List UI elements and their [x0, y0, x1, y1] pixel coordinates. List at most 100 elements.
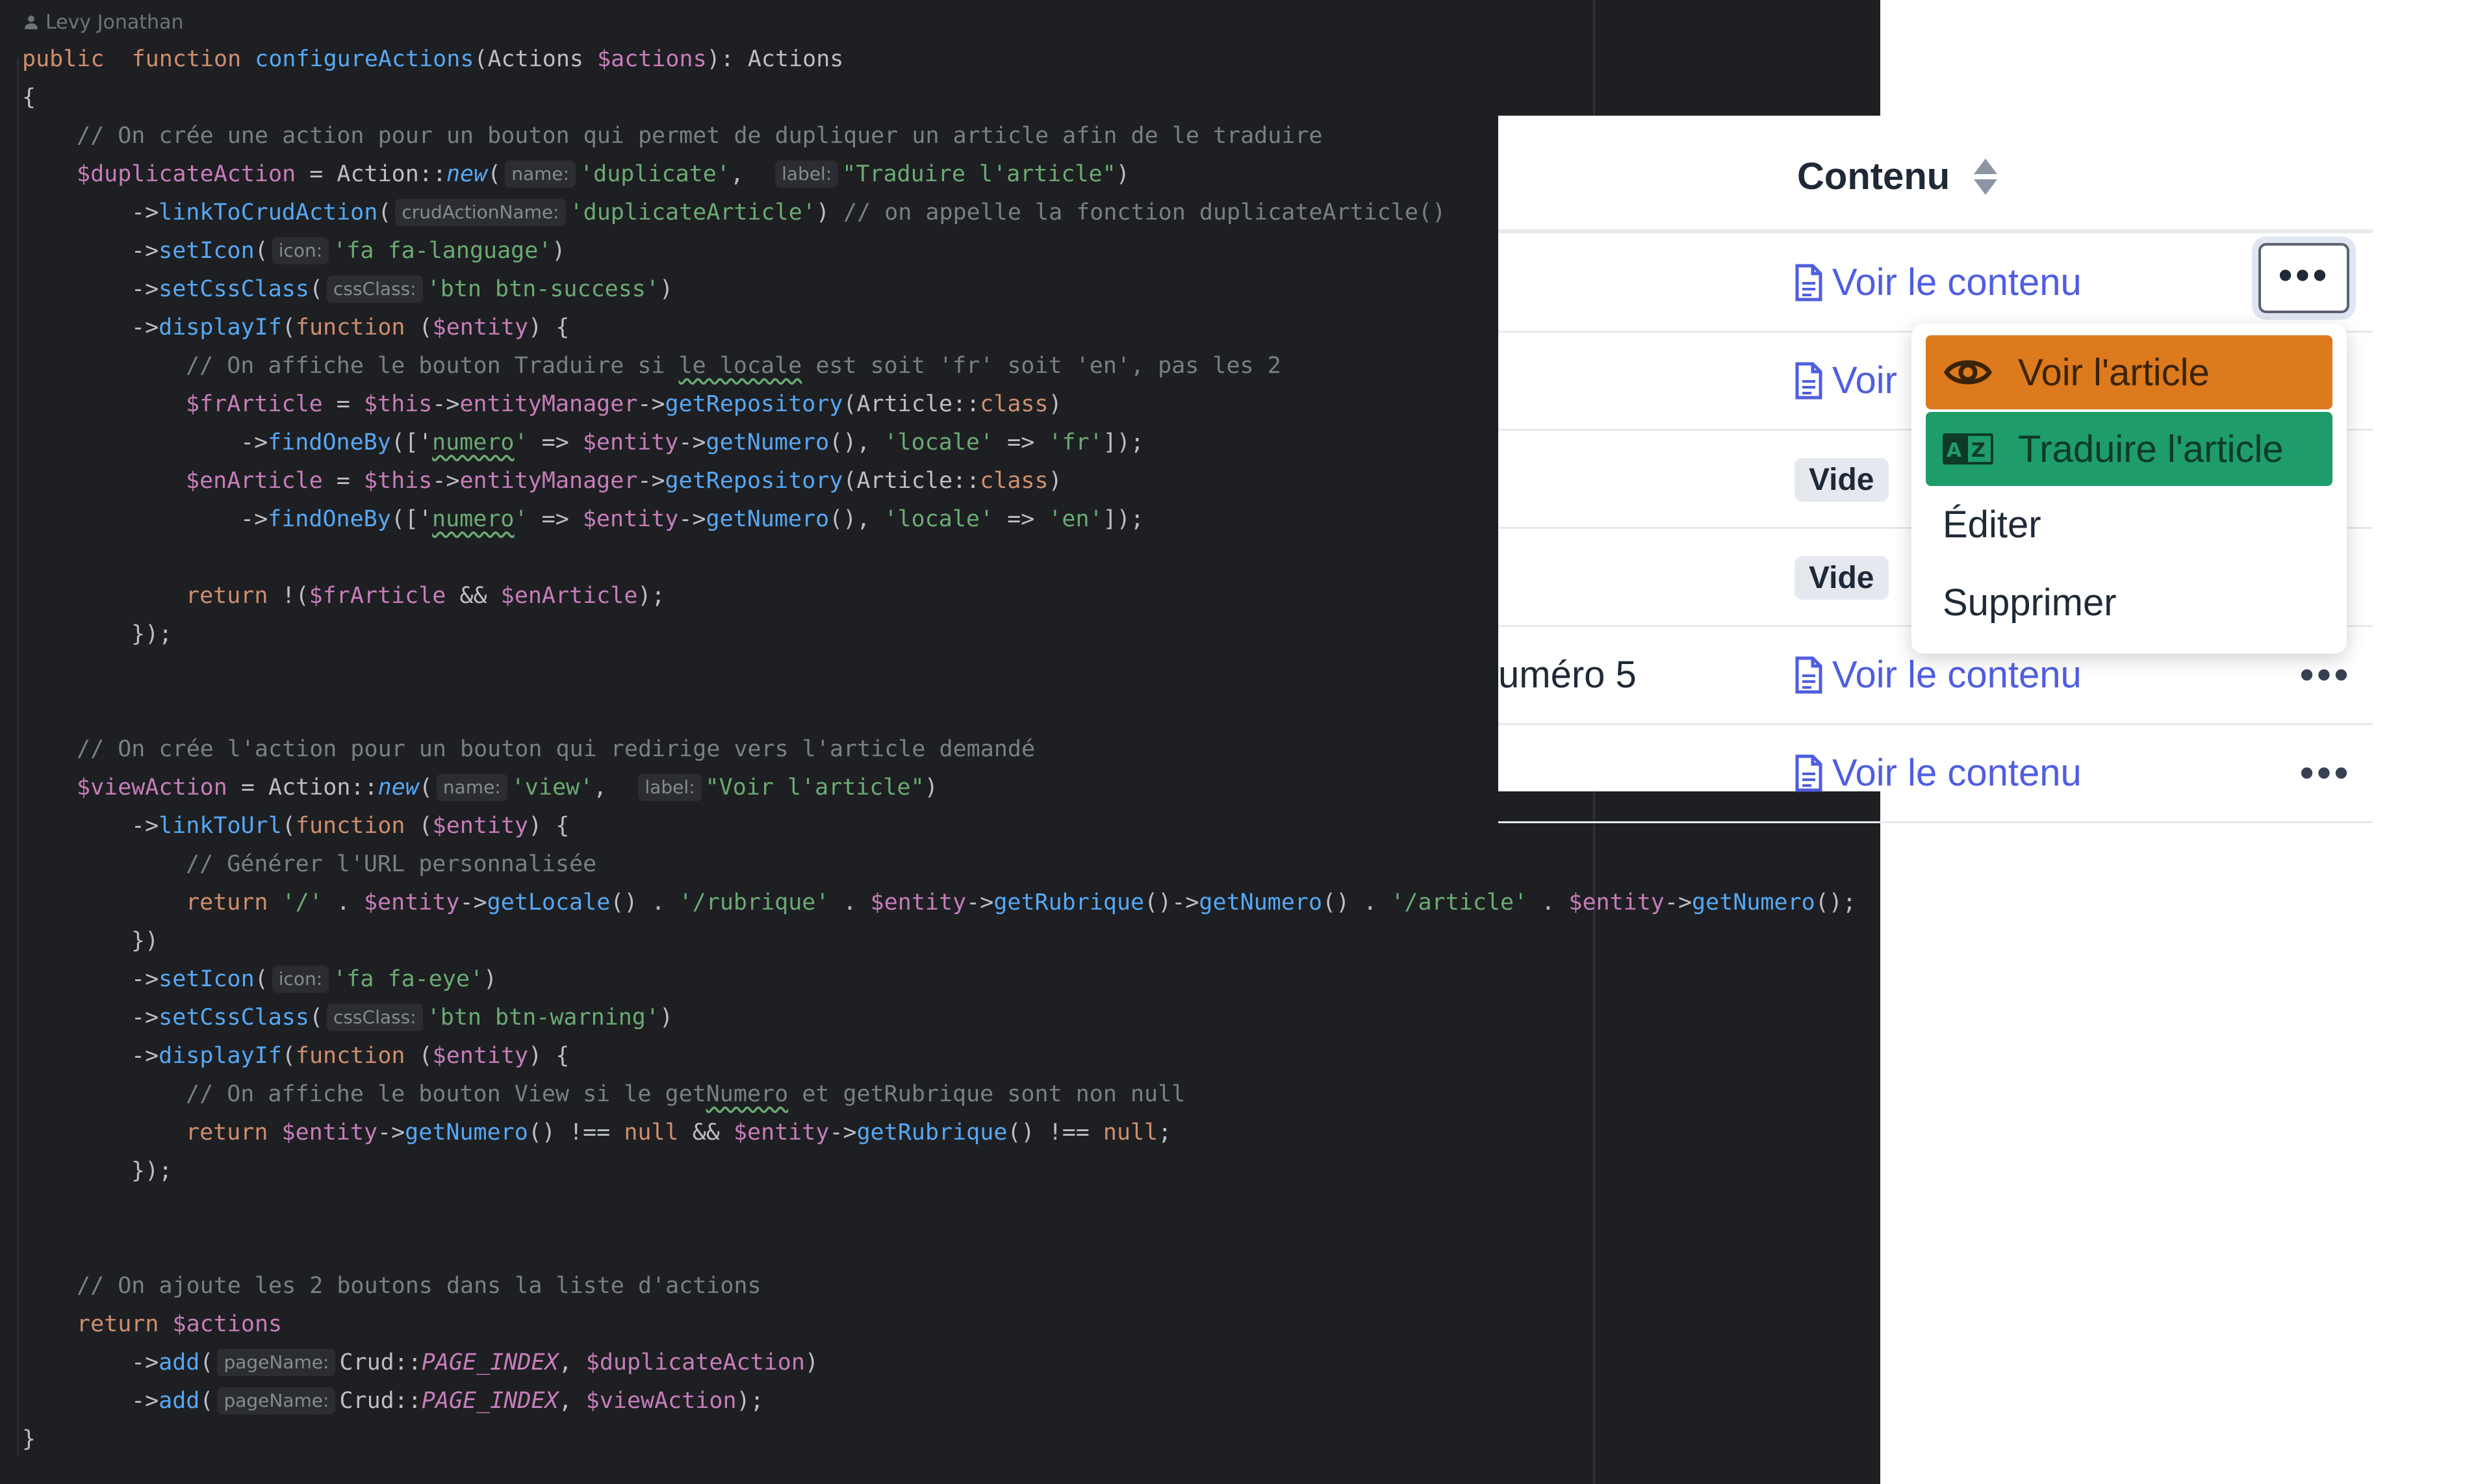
param-hint: name: [436, 774, 507, 801]
code-line[interactable]: // On ajoute les 2 boutons dans la liste… [22, 1267, 1856, 1305]
param-hint: label: [775, 160, 839, 188]
code-token: ( [199, 1388, 214, 1414]
code-line[interactable]: // Générer l'URL personnalisée [22, 845, 1856, 884]
code-token: $frArticle [309, 583, 446, 609]
file-icon [1795, 754, 1822, 791]
code-token: && [446, 583, 501, 609]
row-actions-button[interactable]: ••• [2280, 750, 2371, 795]
code-line[interactable]: return $entity->getNumero() !== null && … [22, 1114, 1856, 1152]
code-token: 'btn btn-success' [426, 276, 659, 302]
row-actions-button[interactable]: ••• [2280, 652, 2371, 697]
code-token: () . [1322, 889, 1391, 915]
indent-guide [17, 58, 19, 1455]
code-token: findOneBy [268, 429, 391, 455]
code-token: => [993, 429, 1049, 455]
code-line[interactable]: public function configureActions(Actions… [22, 40, 1856, 79]
code-line[interactable]: } [22, 1420, 1856, 1459]
code-token: $entity [870, 889, 967, 915]
code-token: new [377, 774, 419, 800]
param-hint: icon: [272, 237, 329, 264]
code-token: -> [131, 314, 159, 340]
code-token: ( [405, 813, 433, 839]
link-label: Voir le contenu [1832, 261, 2082, 303]
code-line[interactable]: ->setCssClass(cssClass:'btn btn-warning'… [22, 999, 1856, 1037]
code-token: . [1527, 889, 1569, 915]
code-token: $duplicateAction [585, 1350, 805, 1375]
code-token: est soit 'fr' soit 'en', pas les 2 [802, 353, 1281, 379]
code-token: return [77, 1311, 159, 1337]
code-line[interactable]: }) [22, 922, 1856, 960]
param-hint: cssClass: [327, 275, 423, 303]
code-token: $enArticle [186, 468, 323, 494]
code-token: => [993, 506, 1049, 532]
code-token: numero [432, 429, 515, 455]
code-token: ( [487, 161, 502, 187]
code-token: return [186, 889, 268, 915]
code-token: . [322, 889, 364, 915]
code-token: $actions [597, 46, 707, 72]
code-token: }); [131, 621, 173, 647]
code-line[interactable]: ->add(pageName: Crud::PAGE_INDEX, $viewAc… [22, 1382, 1856, 1420]
code-token: Crud:: [339, 1350, 422, 1375]
code-token: ) [1116, 161, 1130, 187]
code-line[interactable]: }); [22, 1152, 1856, 1190]
code-token: $duplicateAction [77, 161, 296, 187]
code-token: -> [131, 1004, 159, 1030]
code-token: -> [1664, 889, 1692, 915]
code-token: getRubrique [993, 889, 1145, 915]
code-token: -> [131, 813, 159, 839]
code-token: public [22, 46, 105, 72]
code-token: setIcon [159, 238, 255, 264]
code-line[interactable] [22, 1190, 1856, 1229]
view-content-link[interactable]: Voir [1794, 359, 1897, 402]
code-token: ( [254, 238, 268, 264]
row-actions-button-active[interactable]: ••• [2258, 243, 2349, 313]
code-token: findOneBy [268, 506, 391, 532]
code-token: -> [377, 1119, 405, 1145]
file-icon [1795, 362, 1822, 399]
code-token: ( [199, 1350, 214, 1375]
code-token: (Article:: [843, 468, 980, 494]
code-token: 'duplicateArticle' [569, 199, 816, 225]
column-header-contenu[interactable]: Contenu [1797, 155, 1950, 198]
code-token: ; [1158, 1119, 1172, 1145]
code-token: configureActions [241, 46, 474, 72]
view-content-link[interactable]: Voir le contenu [1794, 653, 2082, 697]
code-token: ( [281, 1043, 296, 1069]
code-token: -> [432, 391, 460, 417]
code-token: ([' [390, 506, 433, 532]
code-token: ( [309, 1004, 324, 1030]
view-content-link[interactable]: Voir le contenu [1794, 261, 2082, 304]
code-token: = Action:: [227, 774, 378, 800]
code-token: class [980, 468, 1049, 494]
view-content-link[interactable]: Voir le contenu [1794, 751, 2082, 795]
eye-icon [1941, 350, 1995, 395]
code-token: add [159, 1350, 200, 1375]
code-token: 'view' [511, 774, 594, 800]
menu-item-editer[interactable]: Éditer [1926, 487, 2332, 561]
code-line[interactable]: return $actions [22, 1305, 1856, 1344]
code-line[interactable]: ->add(pageName: Crud::PAGE_INDEX, $duplic… [22, 1344, 1856, 1382]
code-token: ) [659, 1004, 674, 1030]
menu-item-voir-article[interactable]: Voir l'article [1926, 335, 2332, 409]
code-line[interactable] [22, 1229, 1856, 1267]
sort-icon[interactable] [1971, 157, 2000, 196]
code-line[interactable]: ->displayIf(function ($entity) { [22, 1037, 1856, 1075]
code-token: ) { [528, 314, 570, 340]
code-line[interactable]: // On affiche le bouton View si le getNu… [22, 1075, 1856, 1114]
code-line[interactable]: { [22, 79, 1856, 117]
code-token: $entity [363, 889, 460, 915]
code-token: () . [610, 889, 679, 915]
code-line[interactable]: ->setIcon(icon:'fa fa-eye') [22, 960, 1856, 999]
svg-text:A: A [1947, 439, 1962, 462]
code-token: -> [966, 889, 994, 915]
code-token: '/rubrique' [678, 889, 830, 915]
code-token: ( [254, 966, 268, 992]
code-token: ([' [390, 429, 433, 455]
code-token: -> [678, 429, 706, 455]
code-token: "Traduire l'article" [842, 161, 1116, 187]
menu-item-traduire-article[interactable]: A Z Traduire l'article [1926, 412, 2332, 486]
code-line[interactable]: return '/' . $entity->getLocale() . '/ru… [22, 884, 1856, 922]
code-token: , [558, 1350, 586, 1375]
menu-item-supprimer[interactable]: Supprimer [1926, 565, 2332, 639]
